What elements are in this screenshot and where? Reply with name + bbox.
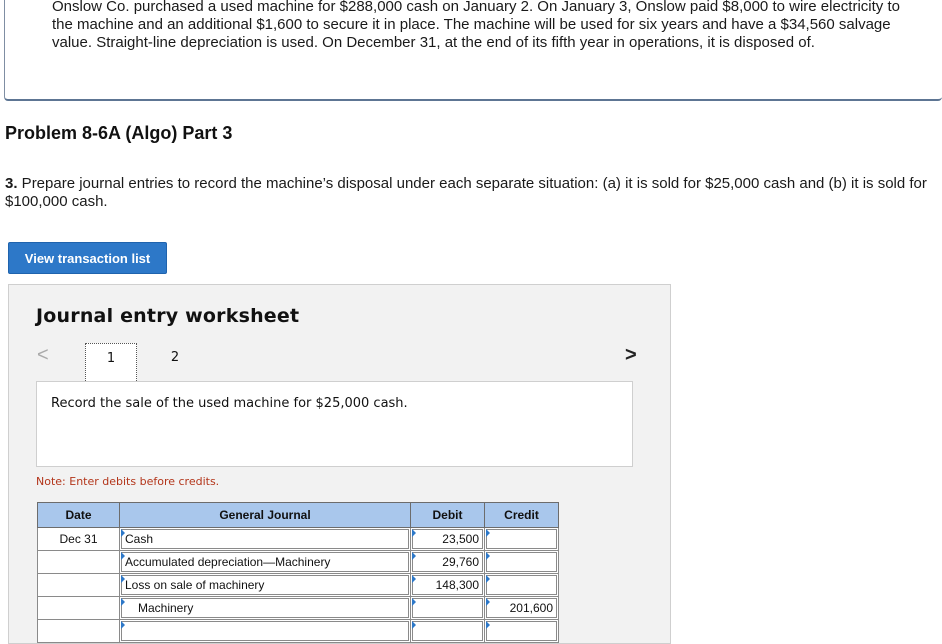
- journal-row: [37, 619, 559, 643]
- account-field[interactable]: Accumulated depreciation—Machinery: [121, 552, 409, 572]
- next-arrow-icon[interactable]: >: [625, 345, 637, 365]
- journal-row: Dec 31 Cash 23,500: [37, 527, 559, 551]
- credit-field[interactable]: [486, 621, 557, 641]
- date-cell[interactable]: [37, 550, 120, 574]
- question-number: 3.: [5, 175, 18, 192]
- account-field[interactable]: [121, 621, 409, 641]
- credit-column-header: Credit: [484, 502, 559, 528]
- problem-description-box: Onslow Co. purchased a used machine for …: [4, 0, 942, 101]
- credit-field[interactable]: [486, 575, 557, 595]
- journal-header-row: Date General Journal Debit Credit: [37, 502, 559, 528]
- problem-description: Onslow Co. purchased a used machine for …: [52, 0, 900, 51]
- debit-field[interactable]: [412, 598, 483, 618]
- credit-field[interactable]: [486, 552, 557, 572]
- transaction-prompt-box: Record the sale of the used machine for …: [36, 381, 633, 467]
- date-cell[interactable]: [37, 596, 120, 620]
- journal-entry-worksheet: Journal entry worksheet < 1 2 > Record t…: [8, 284, 671, 644]
- general-journal-column-header: General Journal: [119, 502, 411, 528]
- account-field[interactable]: Machinery: [121, 598, 409, 618]
- debit-field[interactable]: 23,500: [412, 529, 483, 549]
- credit-field[interactable]: 201,600: [486, 598, 557, 618]
- date-cell[interactable]: [37, 619, 120, 643]
- problem-title: Problem 8-6A (Algo) Part 3: [5, 123, 233, 143]
- previous-arrow-icon[interactable]: <: [37, 345, 49, 365]
- worksheet-page-1-tab[interactable]: 1: [85, 343, 137, 383]
- entry-note: Note: Enter debits before credits.: [36, 475, 220, 488]
- debit-field[interactable]: 148,300: [412, 575, 483, 595]
- date-column-header: Date: [37, 502, 120, 528]
- debit-column-header: Debit: [410, 502, 485, 528]
- credit-field[interactable]: [486, 529, 557, 549]
- worksheet-title: Journal entry worksheet: [36, 305, 300, 327]
- worksheet-page-2-tab[interactable]: 2: [149, 343, 201, 383]
- account-field[interactable]: Loss on sale of machinery: [121, 575, 409, 595]
- debit-field[interactable]: [412, 621, 483, 641]
- question-text: 3. Prepare journal entries to record the…: [5, 175, 930, 211]
- debit-field[interactable]: 29,760: [412, 552, 483, 572]
- general-journal-table: Date General Journal Debit Credit Dec 31…: [37, 502, 559, 643]
- question-body: Prepare journal entries to record the ma…: [5, 175, 927, 210]
- account-field[interactable]: Cash: [121, 529, 409, 549]
- journal-row: Machinery 201,600: [37, 596, 559, 620]
- journal-row: Accumulated depreciation—Machinery 29,76…: [37, 550, 559, 574]
- journal-row: Loss on sale of machinery 148,300: [37, 573, 559, 597]
- view-transaction-list-button[interactable]: View transaction list: [8, 242, 167, 274]
- date-cell[interactable]: [37, 573, 120, 597]
- date-cell[interactable]: Dec 31: [37, 527, 120, 551]
- transaction-prompt: Record the sale of the used machine for …: [51, 396, 408, 411]
